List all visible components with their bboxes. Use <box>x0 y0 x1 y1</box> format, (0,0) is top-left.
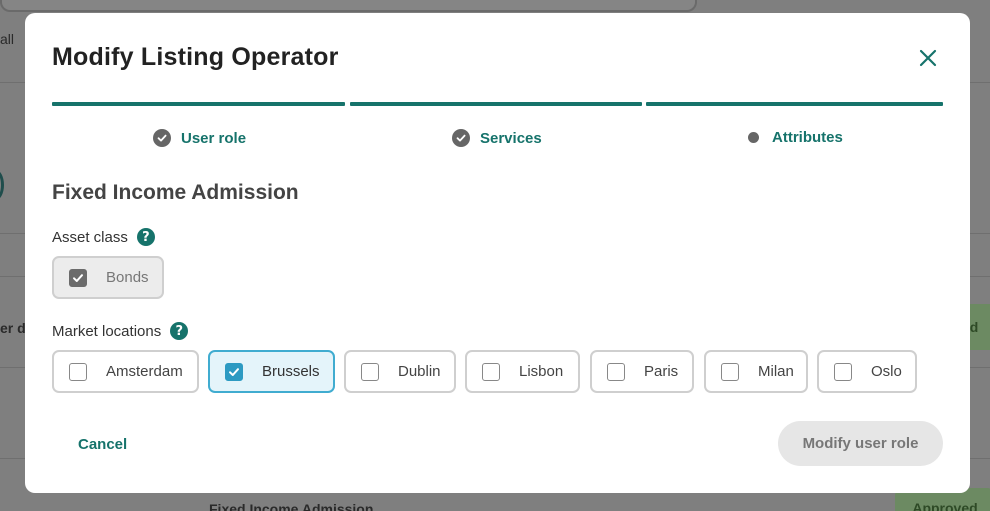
close-icon <box>919 49 937 67</box>
background-text: all <box>0 31 15 47</box>
modify-user-role-button[interactable]: Modify user role <box>778 421 943 466</box>
option-label: Amsterdam <box>106 363 183 380</box>
dialog-title: Modify Listing Operator <box>52 43 339 71</box>
section-title: Fixed Income Admission <box>52 181 299 204</box>
checkbox-icon[interactable] <box>482 362 500 381</box>
option-label: Paris <box>644 363 679 380</box>
step-user-role: User role <box>153 129 246 147</box>
step-label: Attributes <box>772 129 843 146</box>
step-services: Services <box>452 129 542 147</box>
market-option-lisbon[interactable]: Lisbon <box>465 350 580 393</box>
market-option-milan[interactable]: Milan <box>704 350 808 393</box>
market-locations-label: Market locations ? <box>52 322 189 340</box>
modify-listing-operator-dialog: Modify Listing Operator User role Servic… <box>25 13 970 493</box>
step-attributes: Attributes <box>748 129 843 146</box>
asset-class-label: Asset class ? <box>52 228 155 246</box>
checkbox-icon[interactable] <box>834 362 852 381</box>
step-progress-bar <box>646 102 943 106</box>
checkbox-icon[interactable] <box>69 362 87 381</box>
checkbox-icon[interactable] <box>361 362 379 381</box>
option-label: Brussels <box>262 363 320 380</box>
option-label: Milan <box>758 363 794 380</box>
cancel-button[interactable]: Cancel <box>78 436 127 453</box>
field-label-text: Asset class <box>52 228 128 246</box>
field-label-text: Market locations <box>52 322 162 340</box>
option-label: Dublin <box>398 363 441 380</box>
checkbox-checked-icon[interactable] <box>225 362 243 381</box>
check-circle-icon <box>452 129 470 147</box>
background-row-title: Fixed Income Admission <box>209 501 374 511</box>
checkbox-icon[interactable] <box>607 362 625 381</box>
checkbox-checked-icon <box>69 268 87 287</box>
market-option-brussels[interactable]: Brussels <box>208 350 335 393</box>
step-progress-bar <box>52 102 345 106</box>
check-circle-icon <box>153 129 171 147</box>
market-option-amsterdam[interactable]: Amsterdam <box>52 350 199 393</box>
market-option-paris[interactable]: Paris <box>590 350 694 393</box>
option-label: Lisbon <box>519 363 564 380</box>
option-label: Oslo <box>871 363 902 380</box>
help-icon[interactable]: ? <box>170 322 189 340</box>
step-progress-bar <box>350 102 642 106</box>
background-badge-text: Approved <box>912 500 978 511</box>
checkbox-icon[interactable] <box>721 362 739 381</box>
close-button[interactable] <box>915 45 941 71</box>
step-label: Services <box>480 129 542 147</box>
market-option-oslo[interactable]: Oslo <box>817 350 917 393</box>
background-badge-text: d <box>969 319 979 335</box>
step-label: User role <box>181 129 247 147</box>
option-label: Bonds <box>106 269 149 286</box>
asset-class-option-bonds: Bonds <box>52 256 164 299</box>
current-step-dot-icon <box>748 132 759 143</box>
background-search-bar <box>0 0 697 12</box>
help-icon[interactable]: ? <box>136 228 155 246</box>
background-status-icon <box>0 170 4 200</box>
market-option-dublin[interactable]: Dublin <box>344 350 456 393</box>
